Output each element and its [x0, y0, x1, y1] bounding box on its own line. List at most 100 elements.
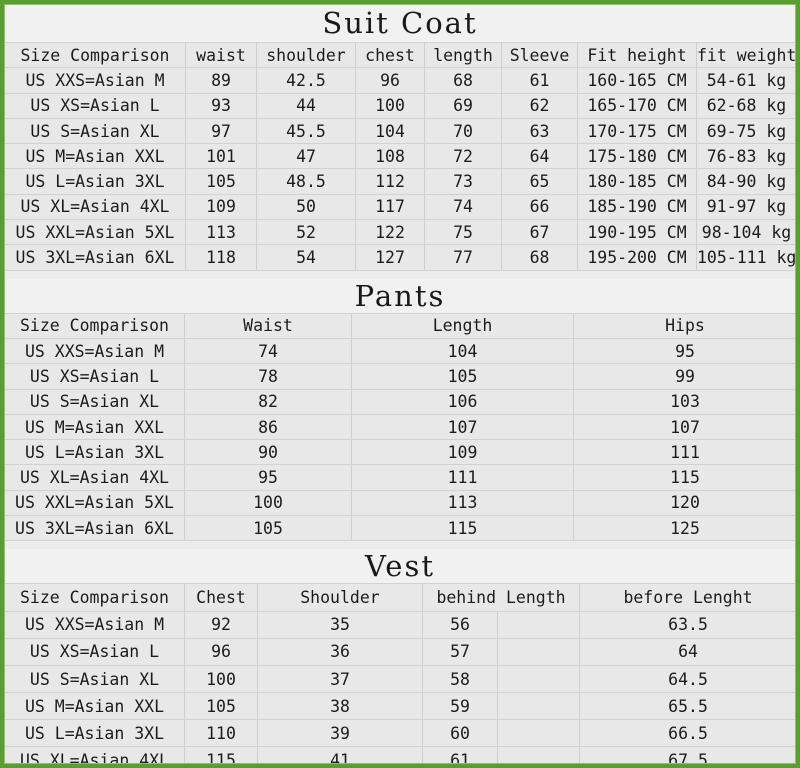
cell-value: 100 [355, 92, 425, 119]
table-header-row: Size Comparison Waist Length Hips [4, 312, 796, 339]
cell-value: 45.5 [256, 117, 356, 145]
cell-value: 109 [351, 439, 574, 466]
section-suit-coat: Suit Coat Size Comparison waist shoulder… [4, 4, 796, 271]
cell-value: 170-175 CM [577, 117, 697, 145]
table-row: US S=Asian XL 97 45.5 104 70 63 170-175 … [4, 117, 796, 145]
cell-value: 104 [351, 337, 574, 365]
cell-value: 39 [257, 719, 423, 748]
cell-value: 78 [184, 363, 352, 390]
cell-size: US S=Asian XL [4, 117, 186, 145]
cell-value: 42.5 [256, 67, 356, 94]
section-title-pants: Pants [4, 278, 796, 313]
cell-value: 66.5 [579, 719, 796, 748]
table-row: US L=Asian 3XL 90 109 111 [4, 439, 796, 466]
cell-size: US XXS=Asian M [4, 610, 185, 639]
cell-spacer [496, 610, 581, 639]
table-row: US L=Asian 3XL 105 48.5 112 73 65 180-18… [4, 168, 796, 195]
cell-size: US XXL=Asian 5XL [4, 219, 186, 246]
cell-value: 38 [257, 692, 423, 721]
table-row: US XS=Asian L 78 105 99 [4, 363, 796, 390]
cell-value: 99 [573, 363, 796, 390]
column-header: Shoulder [257, 583, 423, 612]
cell-value: 104 [355, 117, 425, 145]
column-header: Size Comparison [4, 41, 186, 69]
suit-coat-body: US XXS=Asian M 89 42.5 96 68 61 160-165 … [4, 67, 796, 271]
table-header-row: Size Comparison Chest Shoulder behind Le… [4, 583, 796, 612]
cell-value: 59 [422, 692, 498, 721]
table-row: US XS=Asian L 93 44 100 69 62 165-170 CM… [4, 92, 796, 119]
section-pants: Pants Size Comparison Waist Length Hips … [4, 278, 796, 542]
cell-value: 111 [573, 439, 796, 466]
cell-value: 36 [257, 637, 423, 666]
cell-value: 47 [256, 143, 356, 170]
cell-value: 100 [184, 664, 258, 694]
cell-value: 105 [351, 363, 574, 390]
cell-value: 107 [351, 413, 574, 441]
section-gap [4, 270, 796, 279]
cell-size: US M=Asian XXL [4, 692, 185, 721]
column-header: fit weight [696, 41, 796, 69]
vest-table: Size Comparison Chest Shoulder behind Le… [4, 583, 796, 764]
cell-value: 115 [184, 746, 258, 764]
cell-value: 64.5 [579, 664, 796, 694]
cell-size: US XS=Asian L [4, 92, 186, 119]
cell-value: 105-111 kg [696, 244, 796, 271]
vest-body: US XXS=Asian M 92 35 56 63.5 US XS=Asian… [4, 610, 796, 764]
cell-value: 112 [355, 168, 425, 195]
cell-value: 120 [573, 489, 796, 517]
cell-value: 82 [184, 388, 352, 415]
cell-value: 93 [185, 92, 257, 119]
cell-value: 68 [424, 67, 502, 94]
column-header: Size Comparison [4, 312, 185, 339]
cell-spacer [496, 692, 581, 721]
size-chart-page: Suit Coat Size Comparison waist shoulder… [0, 0, 800, 768]
cell-value: 100 [184, 489, 352, 517]
cell-value: 96 [184, 637, 258, 666]
cell-size: US S=Asian XL [4, 388, 185, 415]
column-header: Chest [184, 583, 258, 612]
cell-value: 185-190 CM [577, 193, 697, 221]
table-row: US 3XL=Asian 6XL 118 54 127 77 68 195-20… [4, 244, 796, 271]
cell-value: 54 [256, 244, 356, 271]
cell-size: US 3XL=Asian 6XL [4, 244, 186, 271]
cell-size: US L=Asian 3XL [4, 439, 185, 466]
cell-value: 113 [185, 219, 257, 246]
cell-value: 62-68 kg [696, 92, 796, 119]
cell-value: 113 [351, 489, 574, 517]
cell-size: US XL=Asian 4XL [4, 746, 185, 764]
pants-body: US XXS=Asian M 74 104 95 US XS=Asian L 7… [4, 337, 796, 542]
cell-spacer [496, 746, 581, 764]
cell-value: 66 [501, 193, 578, 221]
table-row: US S=Asian XL 82 106 103 [4, 388, 796, 415]
section-gap [4, 541, 796, 550]
column-header: Sleeve [501, 41, 578, 69]
cell-value: 97 [185, 117, 257, 145]
cell-size: US XS=Asian L [4, 637, 185, 666]
cell-value: 105 [184, 515, 352, 542]
cell-value: 74 [184, 337, 352, 365]
table-row: US S=Asian XL 100 37 58 64.5 [4, 664, 796, 694]
column-header: Size Comparison [4, 583, 185, 612]
column-header: Fit height [577, 41, 697, 69]
cell-value: 86 [184, 413, 352, 441]
cell-value: 111 [351, 464, 574, 491]
cell-value: 54-61 kg [696, 67, 796, 94]
cell-value: 37 [257, 664, 423, 694]
cell-value: 160-165 CM [577, 67, 697, 94]
table-row: US XL=Asian 4XL 115 41 61 67.5 [4, 746, 796, 764]
cell-value: 105 [185, 168, 257, 195]
cell-value: 115 [351, 515, 574, 542]
cell-value: 68 [501, 244, 578, 271]
cell-value: 64 [579, 637, 796, 666]
table-row: US 3XL=Asian 6XL 105 115 125 [4, 515, 796, 542]
section-title-suit-coat: Suit Coat [4, 4, 796, 42]
table-row: US XL=Asian 4XL 109 50 117 74 66 185-190… [4, 193, 796, 221]
cell-value: 57 [422, 637, 498, 666]
cell-value: 69-75 kg [696, 117, 796, 145]
column-header: Length [351, 312, 574, 339]
cell-value: 105 [184, 692, 258, 721]
cell-value: 74 [424, 193, 502, 221]
cell-value: 103 [573, 388, 796, 415]
cell-size: US L=Asian 3XL [4, 719, 185, 748]
cell-value: 115 [573, 464, 796, 491]
